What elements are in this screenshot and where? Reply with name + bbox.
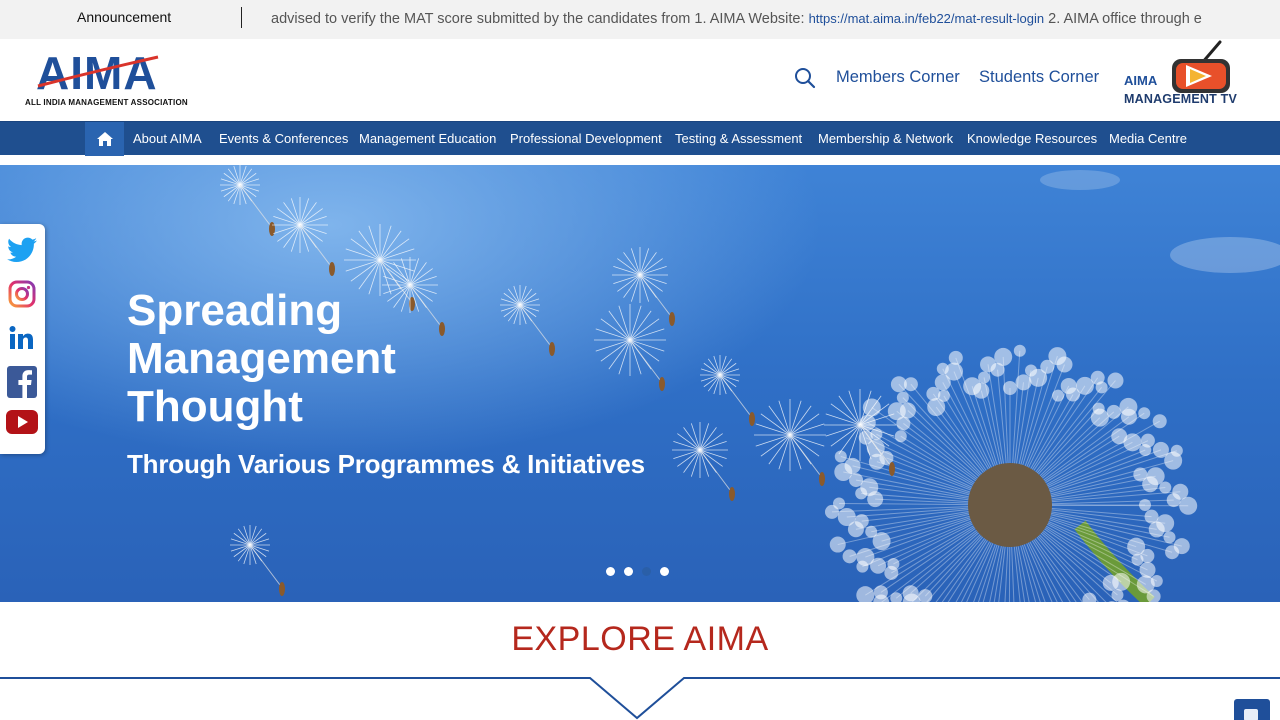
nav-item-professional-development[interactable]: Professional Development [510, 131, 662, 146]
twitter-link[interactable] [6, 234, 38, 266]
youtube-link[interactable] [6, 406, 38, 438]
search-icon[interactable] [793, 66, 817, 90]
linkedin-icon [9, 326, 33, 349]
members-corner-link[interactable]: Members Corner [836, 68, 960, 87]
slider-dot-1[interactable] [606, 567, 615, 576]
facebook-link[interactable] [6, 366, 38, 398]
announcement-divider [241, 7, 242, 28]
announcement-text: advised to verify the MAT score submitte… [271, 11, 809, 27]
instagram-link[interactable] [6, 278, 38, 310]
students-corner-link[interactable]: Students Corner [979, 68, 1099, 87]
announcement-link[interactable]: https://mat.aima.in/feb22/mat-result-log… [809, 11, 1045, 26]
nav-item-media[interactable]: Media Centre [1109, 131, 1187, 146]
chat-icon [1244, 709, 1258, 720]
hero-slider[interactable]: Spreading Management Thought Through Var… [0, 165, 1280, 602]
nav-item-about[interactable]: About AIMA [133, 131, 202, 146]
linkedin-link[interactable] [6, 322, 38, 354]
announcement-bar: Announcement advised to verify the MAT s… [0, 0, 1280, 39]
social-sidebar [0, 224, 45, 454]
hero-subtitle: Through Various Programmes & Initiatives [127, 449, 645, 479]
logo-subtitle: ALL INDIA MANAGEMENT ASSOCIATION [25, 98, 188, 107]
explore-divider [0, 677, 1280, 720]
main-nav: About AIMA Events & Conferences Manageme… [0, 121, 1280, 156]
hero-title-line2: Management [127, 334, 396, 383]
home-icon [96, 132, 113, 146]
youtube-icon [6, 410, 38, 434]
chat-button[interactable] [1234, 699, 1270, 720]
nav-item-management-education[interactable]: Management Education [359, 131, 496, 146]
hero-title-line3: Thought [127, 382, 303, 431]
nav-home[interactable] [85, 122, 124, 156]
hero-title-line1: Spreading [127, 286, 343, 335]
nav-item-membership[interactable]: Membership & Network [818, 131, 953, 146]
announcement-text-after: 2. AIMA office through e [1044, 11, 1202, 27]
nav-item-events[interactable]: Events & Conferences [219, 131, 348, 146]
announcement-label: Announcement [77, 9, 172, 25]
slider-dot-4[interactable] [660, 567, 669, 576]
instagram-icon [8, 280, 36, 308]
slider-dot-2[interactable] [624, 567, 633, 576]
announcement-ticker: advised to verify the MAT score submitte… [258, 10, 1202, 30]
facebook-icon [7, 366, 37, 398]
slider-dots [606, 567, 669, 576]
nav-item-testing[interactable]: Testing & Assessment [675, 131, 802, 146]
tv-label: MANAGEMENT TV [1124, 92, 1238, 106]
site-header: AIMA ALL INDIA MANAGEMENT ASSOCIATION Me… [0, 39, 1280, 121]
explore-title: EXPLORE AIMA [511, 620, 769, 658]
tv-brand: AIMA [1124, 73, 1158, 88]
nav-item-knowledge[interactable]: Knowledge Resources [967, 131, 1097, 146]
hero-title: Spreading Management Thought [127, 287, 487, 431]
slider-dot-3[interactable] [642, 567, 651, 576]
twitter-icon [7, 237, 37, 262]
aima-logo[interactable]: AIMA [36, 49, 186, 95]
